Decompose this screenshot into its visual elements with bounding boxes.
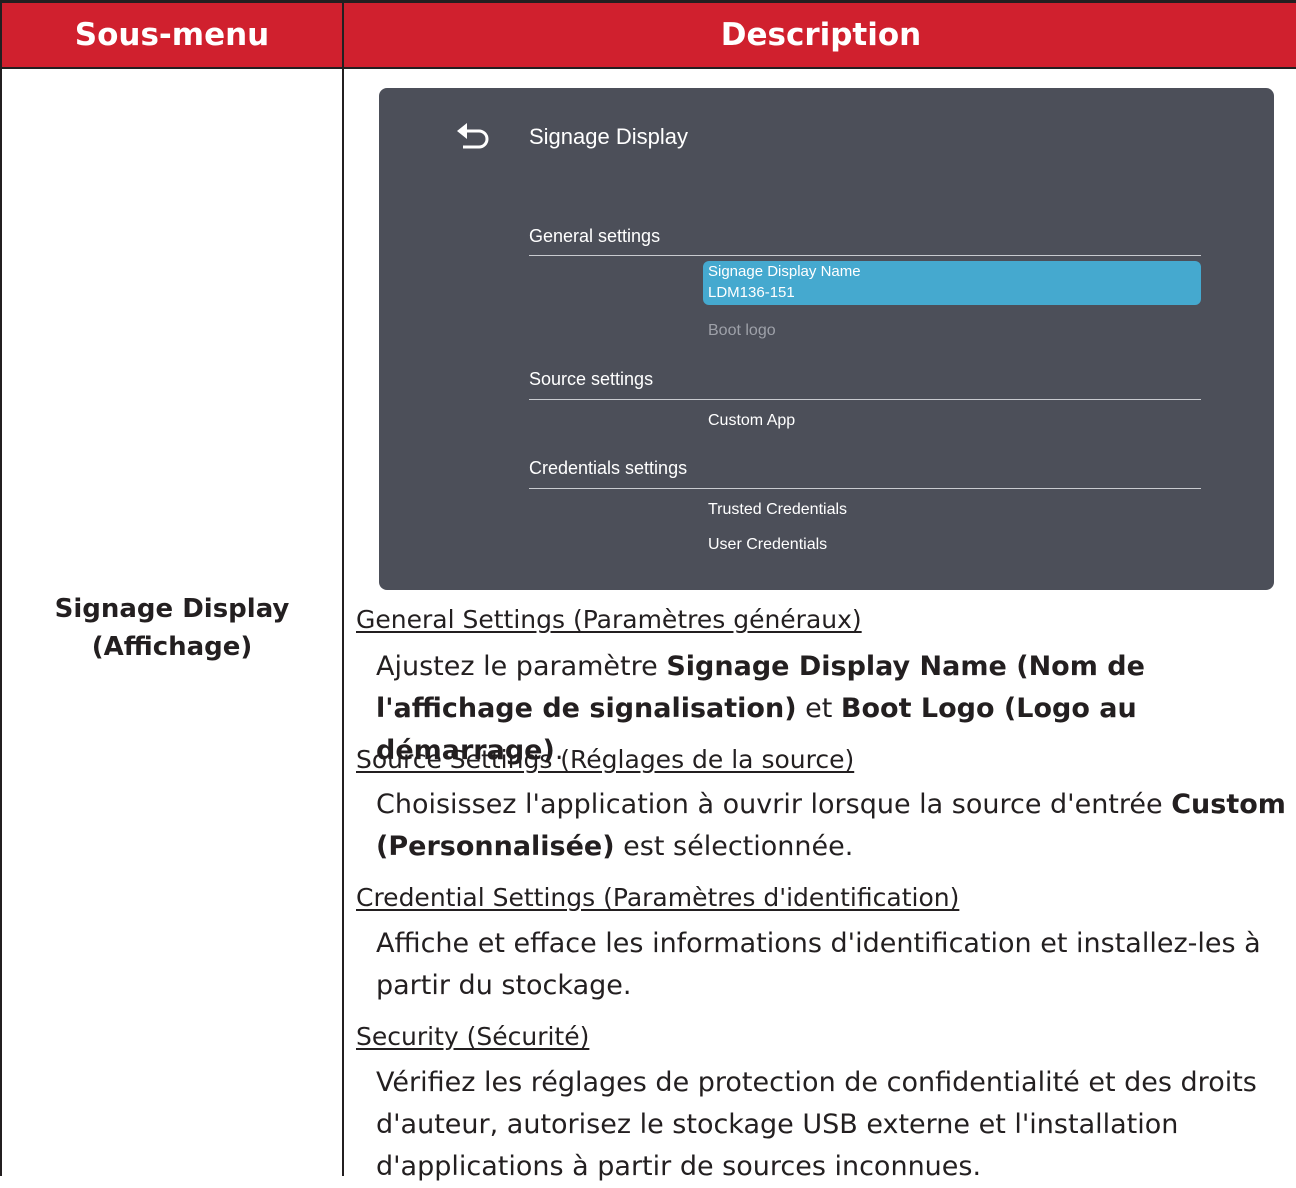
submenu-table: Sous-menu Description Signage Display (A… bbox=[0, 0, 1296, 1182]
section-source-divider bbox=[529, 399, 1201, 400]
credential-settings-text: Affiche et efface les informations d'ide… bbox=[376, 928, 1261, 1001]
signage-display-name-item[interactable]: Signage Display Name LDM136-151 bbox=[703, 261, 1201, 305]
signage-display-name-value: LDM136-151 bbox=[708, 284, 795, 301]
user-credentials-item[interactable]: User Credentials bbox=[708, 536, 827, 554]
section-general-divider bbox=[529, 255, 1201, 256]
back-icon[interactable] bbox=[457, 122, 491, 152]
source-settings-heading: Source Settings (Réglages de la source) bbox=[356, 745, 855, 774]
signage-display-screen: Signage Display General settings Signage… bbox=[379, 88, 1274, 590]
source-text-part: est sélectionnée. bbox=[614, 831, 854, 862]
submenu-name-line1: Signage Display bbox=[54, 594, 290, 624]
boot-logo-item[interactable]: Boot logo bbox=[708, 322, 776, 340]
source-text-part: Choisissez l'application à ouvrir lorsqu… bbox=[376, 789, 1172, 820]
section-credentials-divider bbox=[529, 488, 1201, 489]
general-settings-heading: General Settings (Paramètres généraux) bbox=[356, 605, 862, 634]
section-source-title: Source settings bbox=[529, 369, 654, 389]
submenu-name-line2: (Affichage) bbox=[91, 632, 253, 662]
section-credentials-title: Credentials settings bbox=[529, 458, 688, 478]
security-heading: Security (Sécurité) bbox=[356, 1022, 590, 1051]
screen-title: Signage Display bbox=[529, 124, 688, 149]
header-submenu: Sous-menu bbox=[74, 17, 270, 53]
table-header-row: Sous-menu Description bbox=[2, 0, 1296, 69]
credential-settings-heading: Credential Settings (Paramètres d'identi… bbox=[356, 883, 960, 912]
header-description: Description bbox=[720, 17, 922, 53]
security-text: Vérifiez les réglages de protection de c… bbox=[376, 1067, 1257, 1182]
signage-display-name-label: Signage Display Name bbox=[708, 263, 861, 280]
trusted-credentials-item[interactable]: Trusted Credentials bbox=[708, 501, 847, 519]
submenu-name-cell: Signage Display (Affichage) bbox=[2, 590, 342, 666]
column-divider bbox=[342, 0, 344, 1176]
custom-app-item[interactable]: Custom App bbox=[708, 412, 795, 430]
source-settings-text: Choisissez l'application à ouvrir lorsqu… bbox=[376, 784, 1291, 868]
general-text-part: Ajustez le paramètre bbox=[376, 651, 667, 682]
general-text-part: et bbox=[796, 693, 841, 724]
section-general-title: General settings bbox=[529, 226, 661, 246]
